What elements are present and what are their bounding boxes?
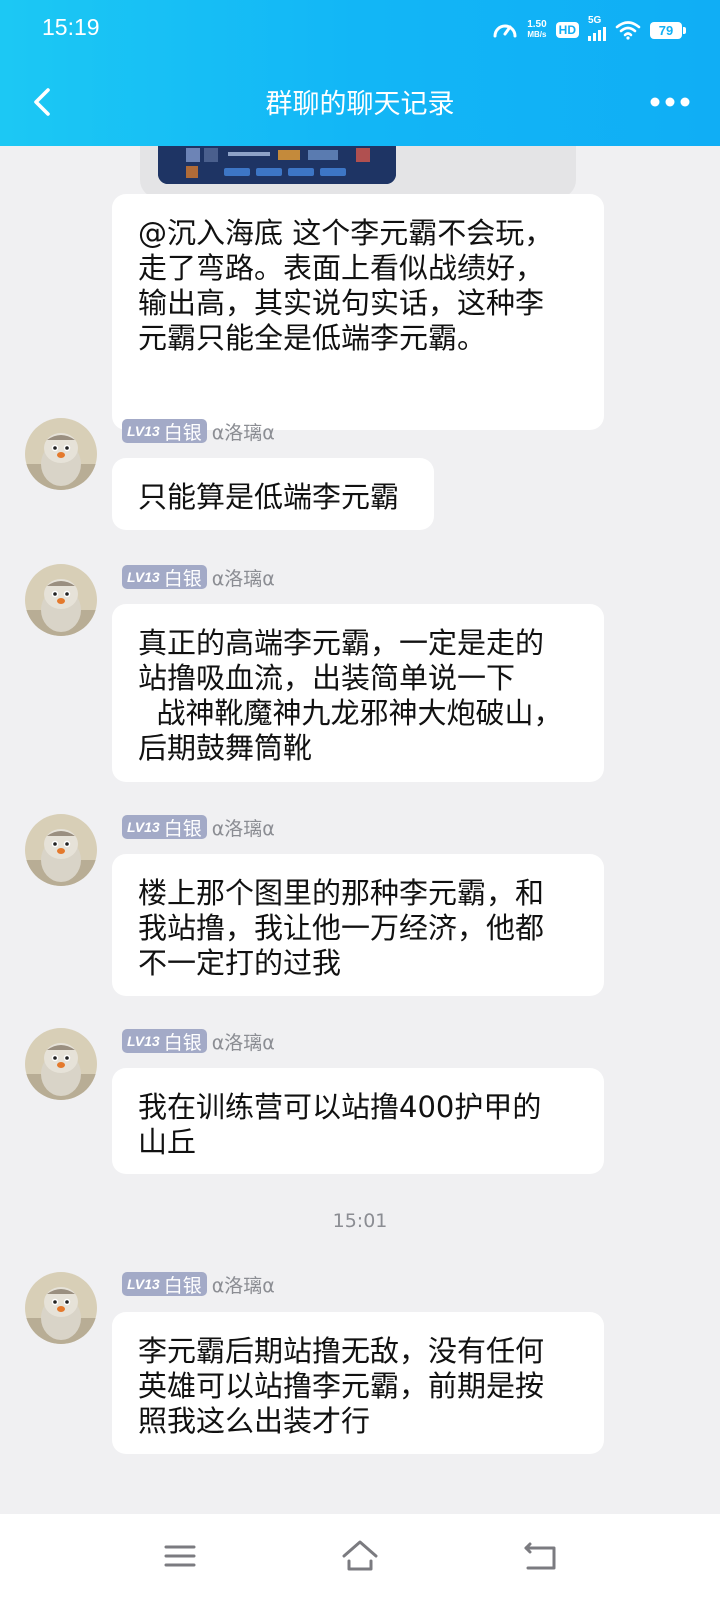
signal-icon: 5G	[588, 15, 606, 41]
sender-name[interactable]: α洛璃α	[212, 1028, 275, 1055]
chat-history-list[interactable]: @沉入海底 这个李元霸不会玩， 走了弯路。表面上看似战绩好， 输出高，其实说句实…	[0, 146, 720, 1514]
message-bubble: 李元霸后期站撸无敌，没有任何 英雄可以站撸李元霸，前期是按 照我这么出装才行	[112, 1312, 604, 1454]
message-bubble: 真正的高端李元霸，一定是走的 站撸吸血流，出装简单说一下 战神靴魔神九龙邪神大炮…	[112, 604, 604, 782]
sender-name[interactable]: α洛璃α	[212, 814, 275, 841]
avatar[interactable]	[25, 1272, 97, 1344]
net-speed-value: 1.50	[527, 19, 547, 30]
rank-label: 白银	[163, 1031, 202, 1054]
level-label: LV13	[127, 1276, 160, 1292]
sender-name[interactable]: α洛璃α	[212, 1271, 275, 1298]
app-header: 15:19 1.50 MB/s HD 5G 79 群聊的聊天记录	[0, 0, 720, 146]
rank-label: 白银	[163, 817, 202, 840]
rank-label: 白银	[163, 567, 202, 590]
status-time: 15:19	[42, 14, 100, 40]
back-return-icon[interactable]	[520, 1536, 560, 1576]
status-icons: 1.50 MB/s HD 5G 79	[492, 15, 686, 43]
game-screenshot-thumbnail[interactable]	[158, 146, 396, 184]
message-bubble: 只能算是低端李元霸	[112, 458, 434, 530]
message-bubble: @沉入海底 这个李元霸不会玩， 走了弯路。表面上看似战绩好， 输出高，其实说句实…	[112, 194, 604, 430]
rank-label: 白银	[163, 421, 202, 444]
avatar[interactable]	[25, 814, 97, 886]
avatar[interactable]	[25, 418, 97, 490]
menu-lines-icon[interactable]	[160, 1536, 200, 1576]
level-badge: LV13 白银	[122, 1029, 207, 1054]
sender-meta: LV13 白银 α洛璃α	[122, 814, 275, 840]
status-bar: 15:19 1.50 MB/s HD 5G 79	[0, 0, 720, 58]
wifi-icon	[615, 20, 641, 40]
more-dots-icon[interactable]	[650, 90, 690, 114]
message-bubble: 我在训练营可以站撸400护甲的 山丘	[112, 1068, 604, 1174]
level-label: LV13	[127, 819, 160, 835]
image-message-card[interactable]	[140, 146, 576, 198]
navigation-bar: 群聊的聊天记录	[0, 58, 720, 146]
message-bubble: 楼上那个图里的那种李元霸，和 我站撸，我让他一万经济，他都 不一定打的过我	[112, 854, 604, 996]
sender-meta: LV13 白银 α洛璃α	[122, 418, 275, 444]
avatar[interactable]	[25, 564, 97, 636]
hd-badge: HD	[555, 22, 579, 38]
battery-indicator: 79	[650, 21, 686, 39]
sender-meta: LV13 白银 α洛璃α	[122, 1271, 275, 1297]
sender-name[interactable]: α洛璃α	[212, 418, 275, 445]
level-label: LV13	[127, 569, 160, 585]
network-type: 5G	[588, 15, 602, 26]
level-badge: LV13 白银	[122, 565, 207, 590]
net-speed: 1.50 MB/s	[527, 20, 546, 40]
speedometer-icon	[492, 18, 518, 42]
level-badge: LV13 白银	[122, 815, 207, 840]
level-label: LV13	[127, 1033, 160, 1049]
level-label: LV13	[127, 423, 160, 439]
sender-meta: LV13 白银 α洛璃α	[122, 1028, 275, 1054]
page-title: 群聊的聊天记录	[265, 89, 455, 120]
level-badge: LV13 白银	[122, 1272, 207, 1297]
system-navigation-bar	[0, 1514, 720, 1600]
net-speed-unit: MB/s	[527, 30, 547, 39]
avatar[interactable]	[25, 1028, 97, 1100]
level-badge: LV13 白银	[122, 419, 207, 444]
sender-name[interactable]: α洛璃α	[212, 564, 275, 591]
sender-meta: LV13 白银 α洛璃α	[122, 564, 275, 590]
home-icon[interactable]	[340, 1536, 380, 1576]
timestamp-divider: 15:01	[332, 1210, 388, 1232]
rank-label: 白银	[163, 1274, 202, 1297]
